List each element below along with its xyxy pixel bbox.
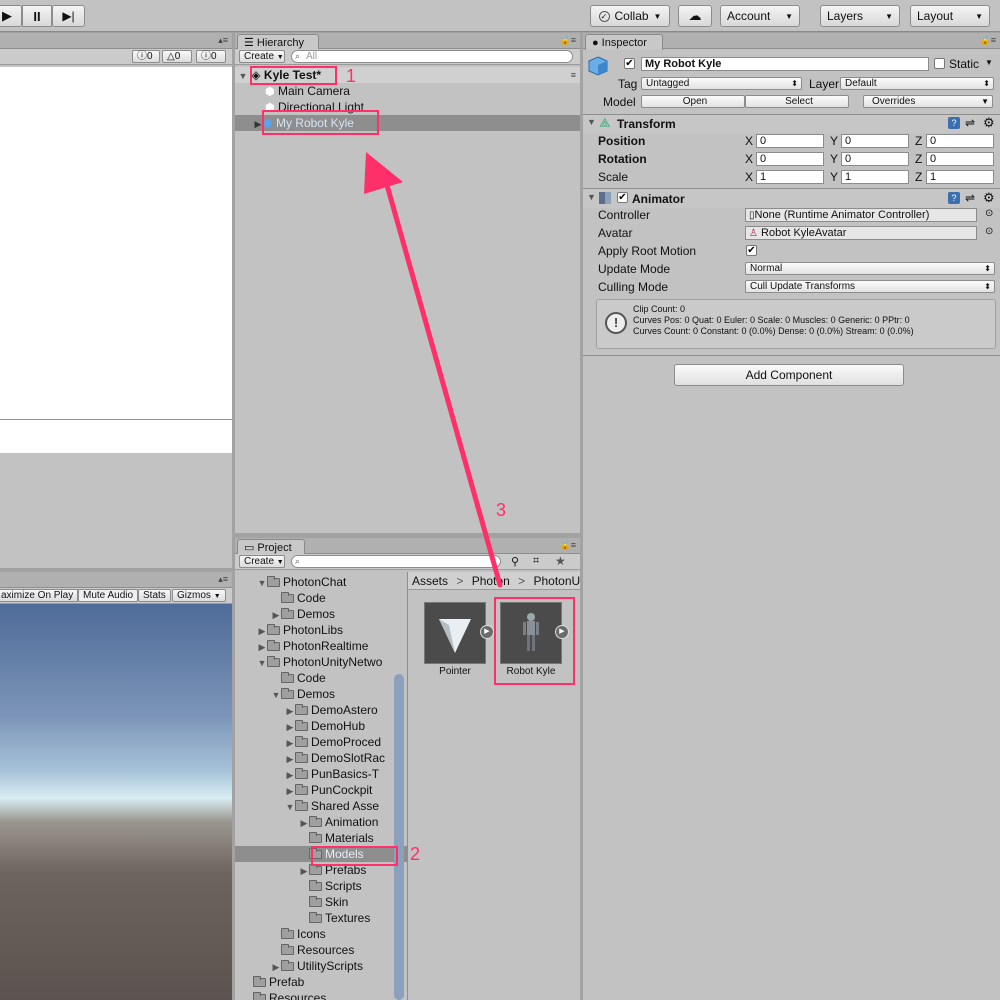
- drag-arrow: [364, 152, 503, 588]
